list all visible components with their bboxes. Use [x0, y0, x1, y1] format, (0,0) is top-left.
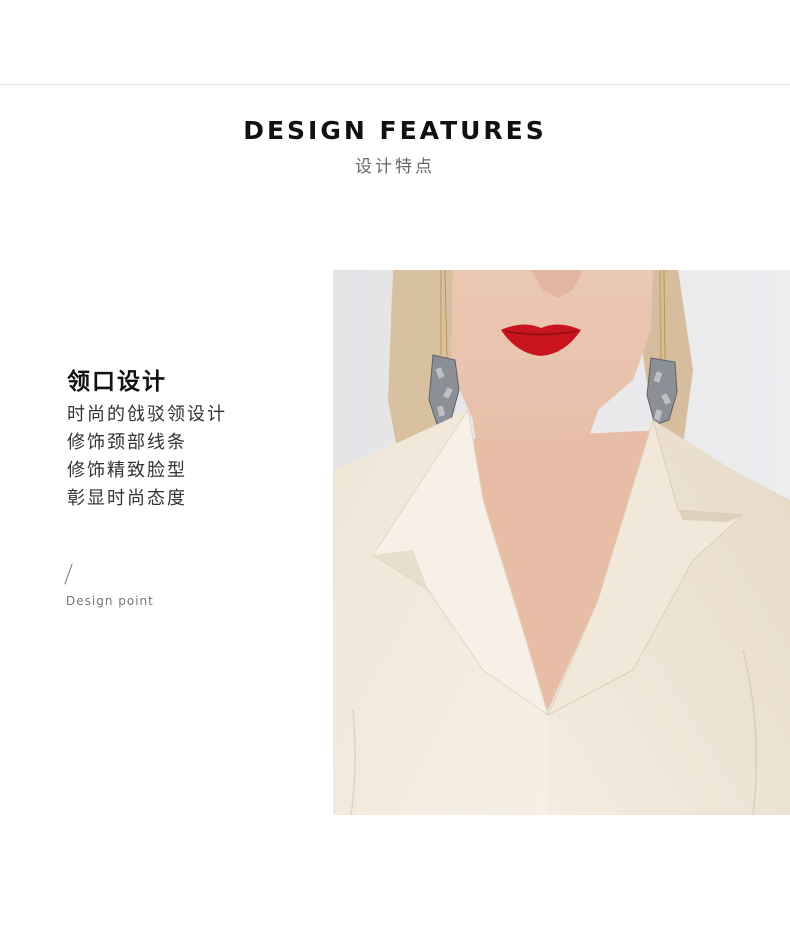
product-photo: [333, 270, 790, 815]
feature-line: 彰显时尚态度: [67, 488, 187, 509]
slash-divider: [64, 563, 73, 585]
feature-line: 时尚的戗驳领设计: [67, 404, 227, 425]
feature-heading: 领口设计: [67, 369, 167, 395]
section-subtitle: 设计特点: [355, 157, 435, 177]
section-title: DESIGN FEATURES: [243, 116, 547, 145]
feature-line: 修饰颈部线条: [67, 432, 187, 453]
top-divider: [0, 84, 790, 85]
feature-line: 修饰精致脸型: [67, 460, 187, 481]
feature-description: 时尚的戗驳领设计 修饰颈部线条 修饰精致脸型 彰显时尚态度: [67, 401, 227, 513]
design-point-label: Design point: [66, 594, 154, 608]
